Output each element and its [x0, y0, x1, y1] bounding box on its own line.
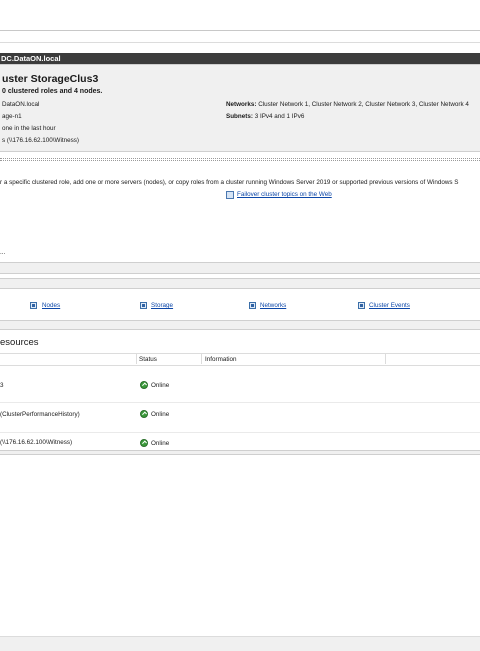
resources-title: esources [0, 337, 39, 348]
cluster-host-header: DC.DataON.local [0, 53, 480, 64]
networks-label: Networks: [226, 101, 257, 108]
summary-domain: DataON.local [2, 101, 40, 108]
column-status[interactable]: Status [139, 356, 157, 363]
navigate-storage-link[interactable]: Storage [151, 302, 173, 309]
row-divider [0, 402, 480, 403]
column-separator [136, 353, 137, 364]
configure-text: r a specific clustered role, add one or … [0, 179, 459, 186]
networks-value: Cluster Network 1, Cluster Network 2, Cl… [258, 101, 469, 108]
storage-icon[interactable] [140, 302, 147, 309]
nodes-icon[interactable] [30, 302, 37, 309]
summary-node: age-n1 [2, 113, 22, 120]
cluster-events-icon[interactable] [358, 302, 365, 309]
status-bar [0, 636, 480, 651]
section-divider [0, 158, 480, 159]
navigate-footer-bar [0, 321, 480, 330]
section-header-bar [0, 262, 480, 274]
networks-icon[interactable] [249, 302, 256, 309]
configure-ellipsis: ... [0, 249, 6, 256]
toolbar-strip [0, 32, 480, 43]
row-divider [0, 432, 480, 433]
subnets-label: Subnets: [226, 113, 253, 120]
column-information[interactable]: Information [205, 356, 237, 363]
online-status-icon [140, 410, 148, 418]
navigate-networks-link[interactable]: Networks [260, 302, 286, 309]
column-separator [201, 353, 202, 364]
cluster-host-title: DC.DataON.local [1, 54, 61, 63]
top-bar [0, 0, 480, 31]
online-status-icon [140, 381, 148, 389]
summary-witness: s (\\176.16.62.100\Witness) [2, 137, 80, 144]
resource-status: Online [151, 411, 170, 418]
navigate-nodes-link[interactable]: Nodes [42, 302, 60, 309]
resource-name[interactable]: (\\176.16.62.100\Witness) [0, 439, 72, 446]
resource-name[interactable]: (ClusterPerformanceHistory) [0, 411, 80, 418]
column-separator [385, 353, 386, 364]
resources-bottom-border [0, 450, 480, 455]
resource-name[interactable]: 3 [0, 382, 4, 389]
section-divider [0, 160, 480, 161]
summary-events: one in the last hour [2, 125, 56, 132]
subnets-row: Subnets: 3 IPv4 and 1 IPv6 [226, 113, 304, 120]
networks-row: Networks: Cluster Network 1, Cluster Net… [226, 101, 469, 108]
summary-title: uster StorageClus3 [2, 73, 99, 85]
online-status-icon [140, 439, 148, 447]
resource-status: Online [151, 440, 170, 447]
navigate-header-bar [0, 278, 480, 289]
resource-status: Online [151, 382, 170, 389]
help-book-icon [226, 191, 234, 199]
summary-subtitle: 0 clustered roles and 4 nodes. [2, 88, 103, 95]
navigate-cluster-events-link[interactable]: Cluster Events [369, 302, 410, 309]
web-topics-link[interactable]: Failover cluster topics on the Web [237, 191, 332, 198]
subnets-value: 3 IPv4 and 1 IPv6 [254, 113, 305, 120]
resources-grid-header [0, 353, 480, 366]
